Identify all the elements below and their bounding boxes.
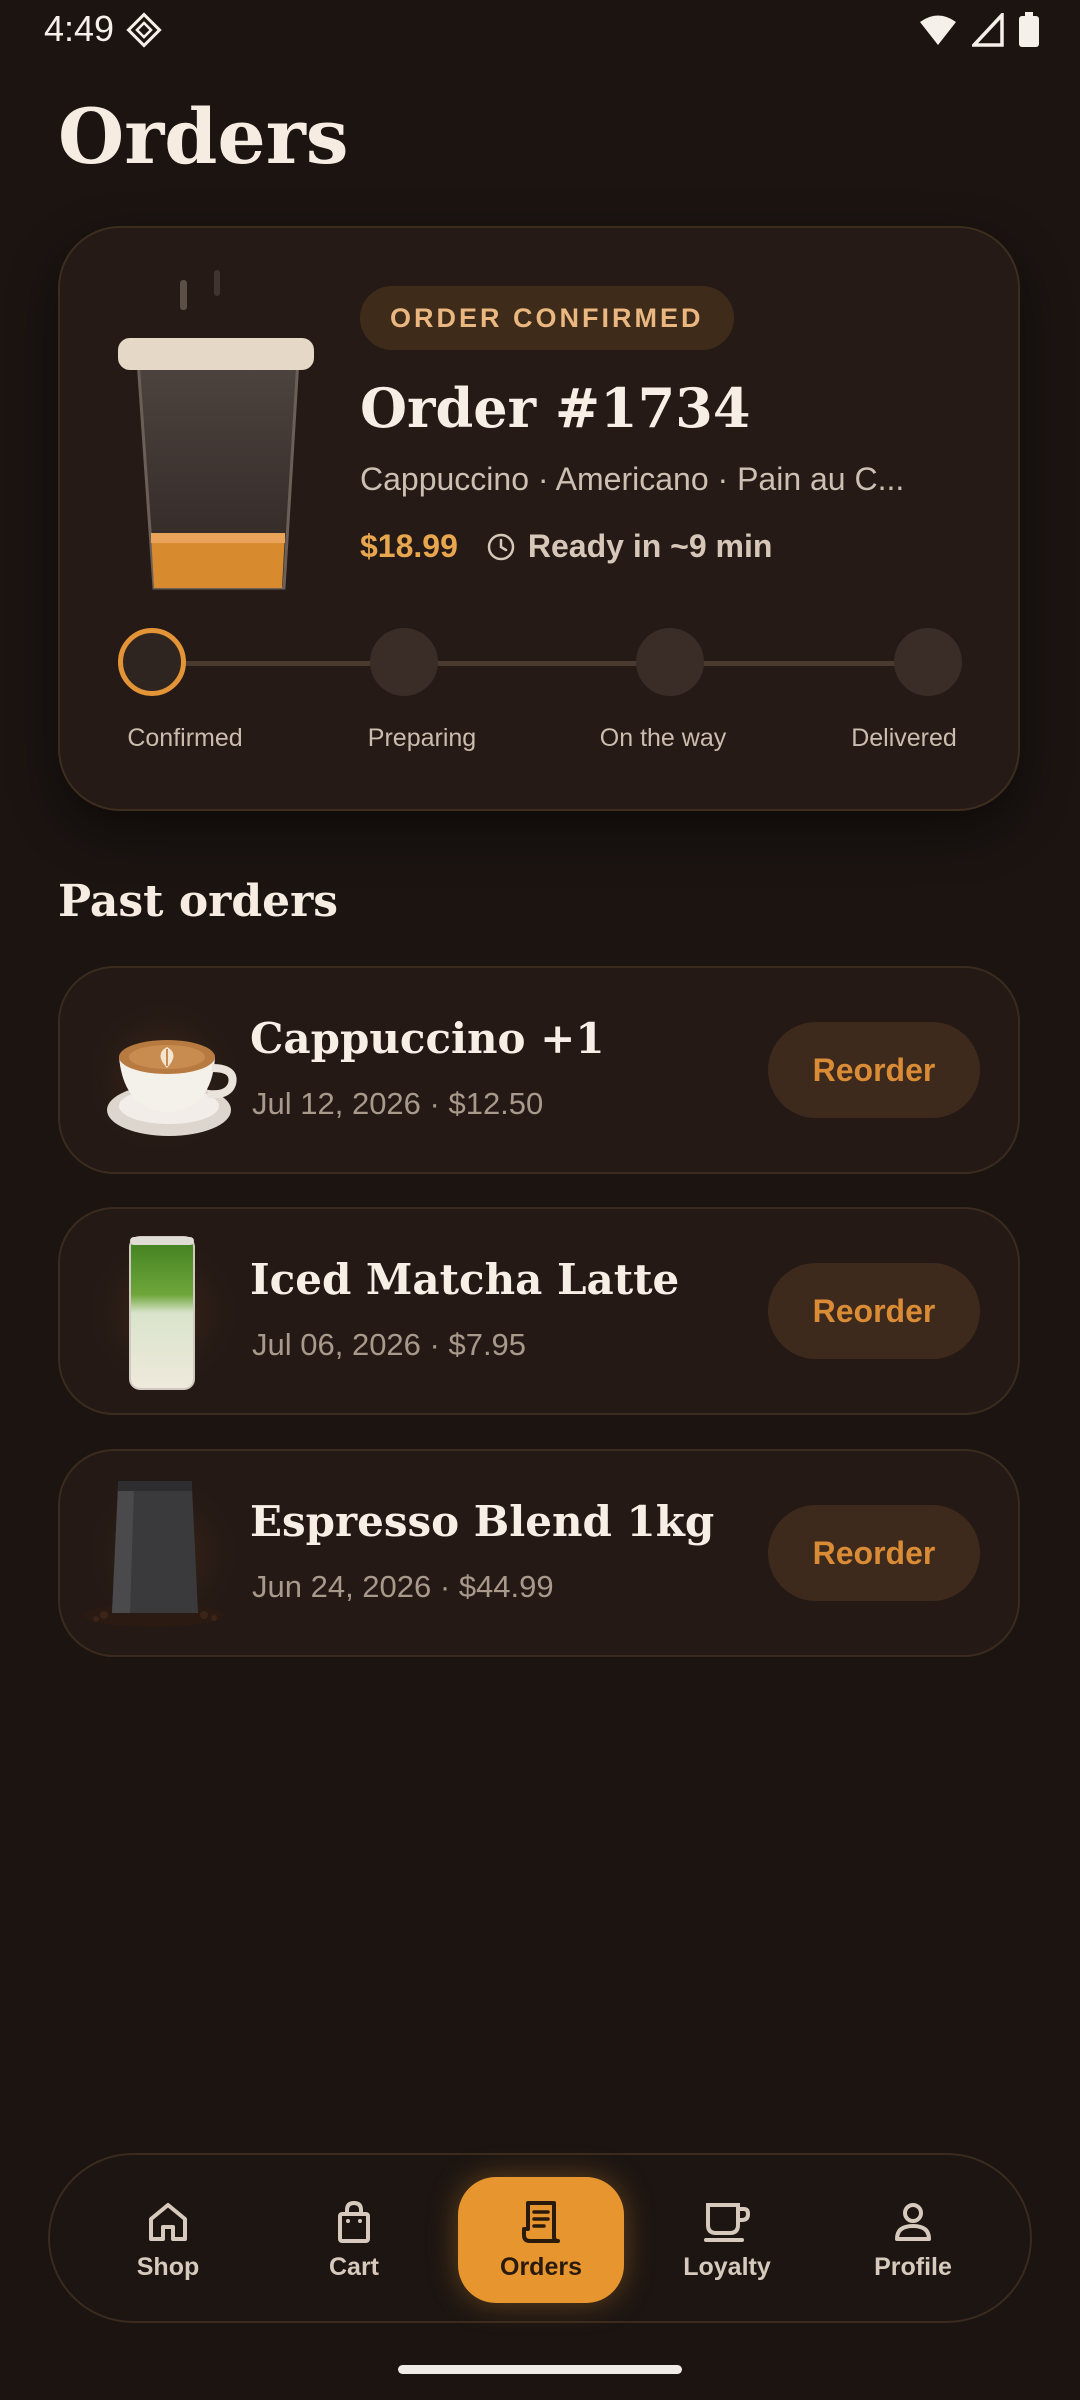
step-label-preparing: Preparing <box>367 724 477 752</box>
reorder-button[interactable]: Reorder <box>768 1505 980 1601</box>
battery-icon <box>1019 12 1039 47</box>
nav-item-orders[interactable]: Orders <box>458 2177 624 2303</box>
progress-track <box>152 661 934 666</box>
step-dot-preparing <box>370 628 438 696</box>
past-order-card[interactable]: Cappuccino +1 Jul 12, 2026 · $12.50 Reor… <box>58 966 1020 1174</box>
wifi-icon <box>920 15 956 45</box>
past-order-meta: Jun 24, 2026 · $44.99 <box>252 1569 554 1604</box>
step-dot-confirmed <box>118 628 186 696</box>
receipt-icon <box>522 2200 560 2243</box>
home-icon <box>149 2202 187 2241</box>
status-bar: 4:49 <box>0 0 1080 62</box>
past-order-meta: Jul 06, 2026 · $7.95 <box>252 1327 527 1362</box>
past-orders-title: Past orders <box>58 876 339 927</box>
past-order-name: Cappuccino +1 <box>250 1014 605 1063</box>
order-total: $18.99 <box>360 528 458 564</box>
order-status-badge: ORDER CONFIRMED <box>360 286 734 350</box>
nav-item-shop[interactable]: Shop <box>85 2177 251 2303</box>
nav-label-cart: Cart <box>328 2252 379 2281</box>
past-order-meta: Jul 12, 2026 · $12.50 <box>252 1086 544 1121</box>
order-number: Order #1734 <box>360 376 751 440</box>
home-indicator <box>398 2365 682 2374</box>
nav-label-profile: Profile <box>874 2252 952 2281</box>
iced-matcha-glass-icon <box>78 1227 248 1397</box>
step-label-confirmed: Confirmed <box>127 724 243 752</box>
reorder-button[interactable]: Reorder <box>768 1263 980 1359</box>
past-order-card[interactable]: Espresso Blend 1kg Jun 24, 2026 · $44.99… <box>58 1449 1020 1657</box>
clock-icon <box>487 533 515 560</box>
bottom-nav: Shop Cart Orders Loyalty Profile <box>48 2153 1032 2323</box>
nav-item-profile[interactable]: Profile <box>830 2177 996 2303</box>
eta-text: Ready in ~9 min <box>527 528 773 564</box>
past-order-card[interactable]: Iced Matcha Latte Jul 06, 2026 · $7.95 R… <box>58 1207 1020 1415</box>
step-dot-delivered <box>894 628 962 696</box>
current-order-card[interactable]: ORDER CONFIRMED Order #1734 Cappuccino ·… <box>58 226 1020 811</box>
coffee-cup-illustration <box>118 270 314 590</box>
signal-icon <box>972 13 1004 47</box>
nav-label-shop: Shop <box>136 2252 200 2281</box>
coffee-cup-icon <box>704 2202 751 2242</box>
person-icon <box>895 2202 931 2241</box>
app-notification-icon <box>126 12 162 48</box>
page-title: Orders <box>58 92 349 181</box>
status-icons <box>918 12 1040 48</box>
step-label-delivered: Delivered <box>851 724 957 752</box>
past-order-name: Espresso Blend 1kg <box>250 1497 715 1546</box>
past-order-name: Iced Matcha Latte <box>250 1255 680 1304</box>
nav-label-loyalty: Loyalty <box>683 2252 771 2281</box>
step-dot-on-the-way <box>636 628 704 696</box>
nav-label-orders: Orders <box>500 2252 582 2281</box>
step-label-on-the-way: On the way <box>599 724 727 752</box>
nav-item-loyalty[interactable]: Loyalty <box>644 2177 810 2303</box>
order-items: Cappuccino · Americano · Pain au C... <box>360 461 905 497</box>
coffee-bag-icon <box>78 1469 248 1639</box>
reorder-button[interactable]: Reorder <box>768 1022 980 1118</box>
status-time: 4:49 <box>44 8 115 49</box>
nav-item-cart[interactable]: Cart <box>271 2177 437 2303</box>
cappuccino-cup-icon <box>78 992 248 1160</box>
shopping-bag-icon <box>338 2200 370 2243</box>
eta: Ready in ~9 min <box>486 528 773 565</box>
order-meta: $18.99 Ready in ~9 min <box>360 528 772 565</box>
